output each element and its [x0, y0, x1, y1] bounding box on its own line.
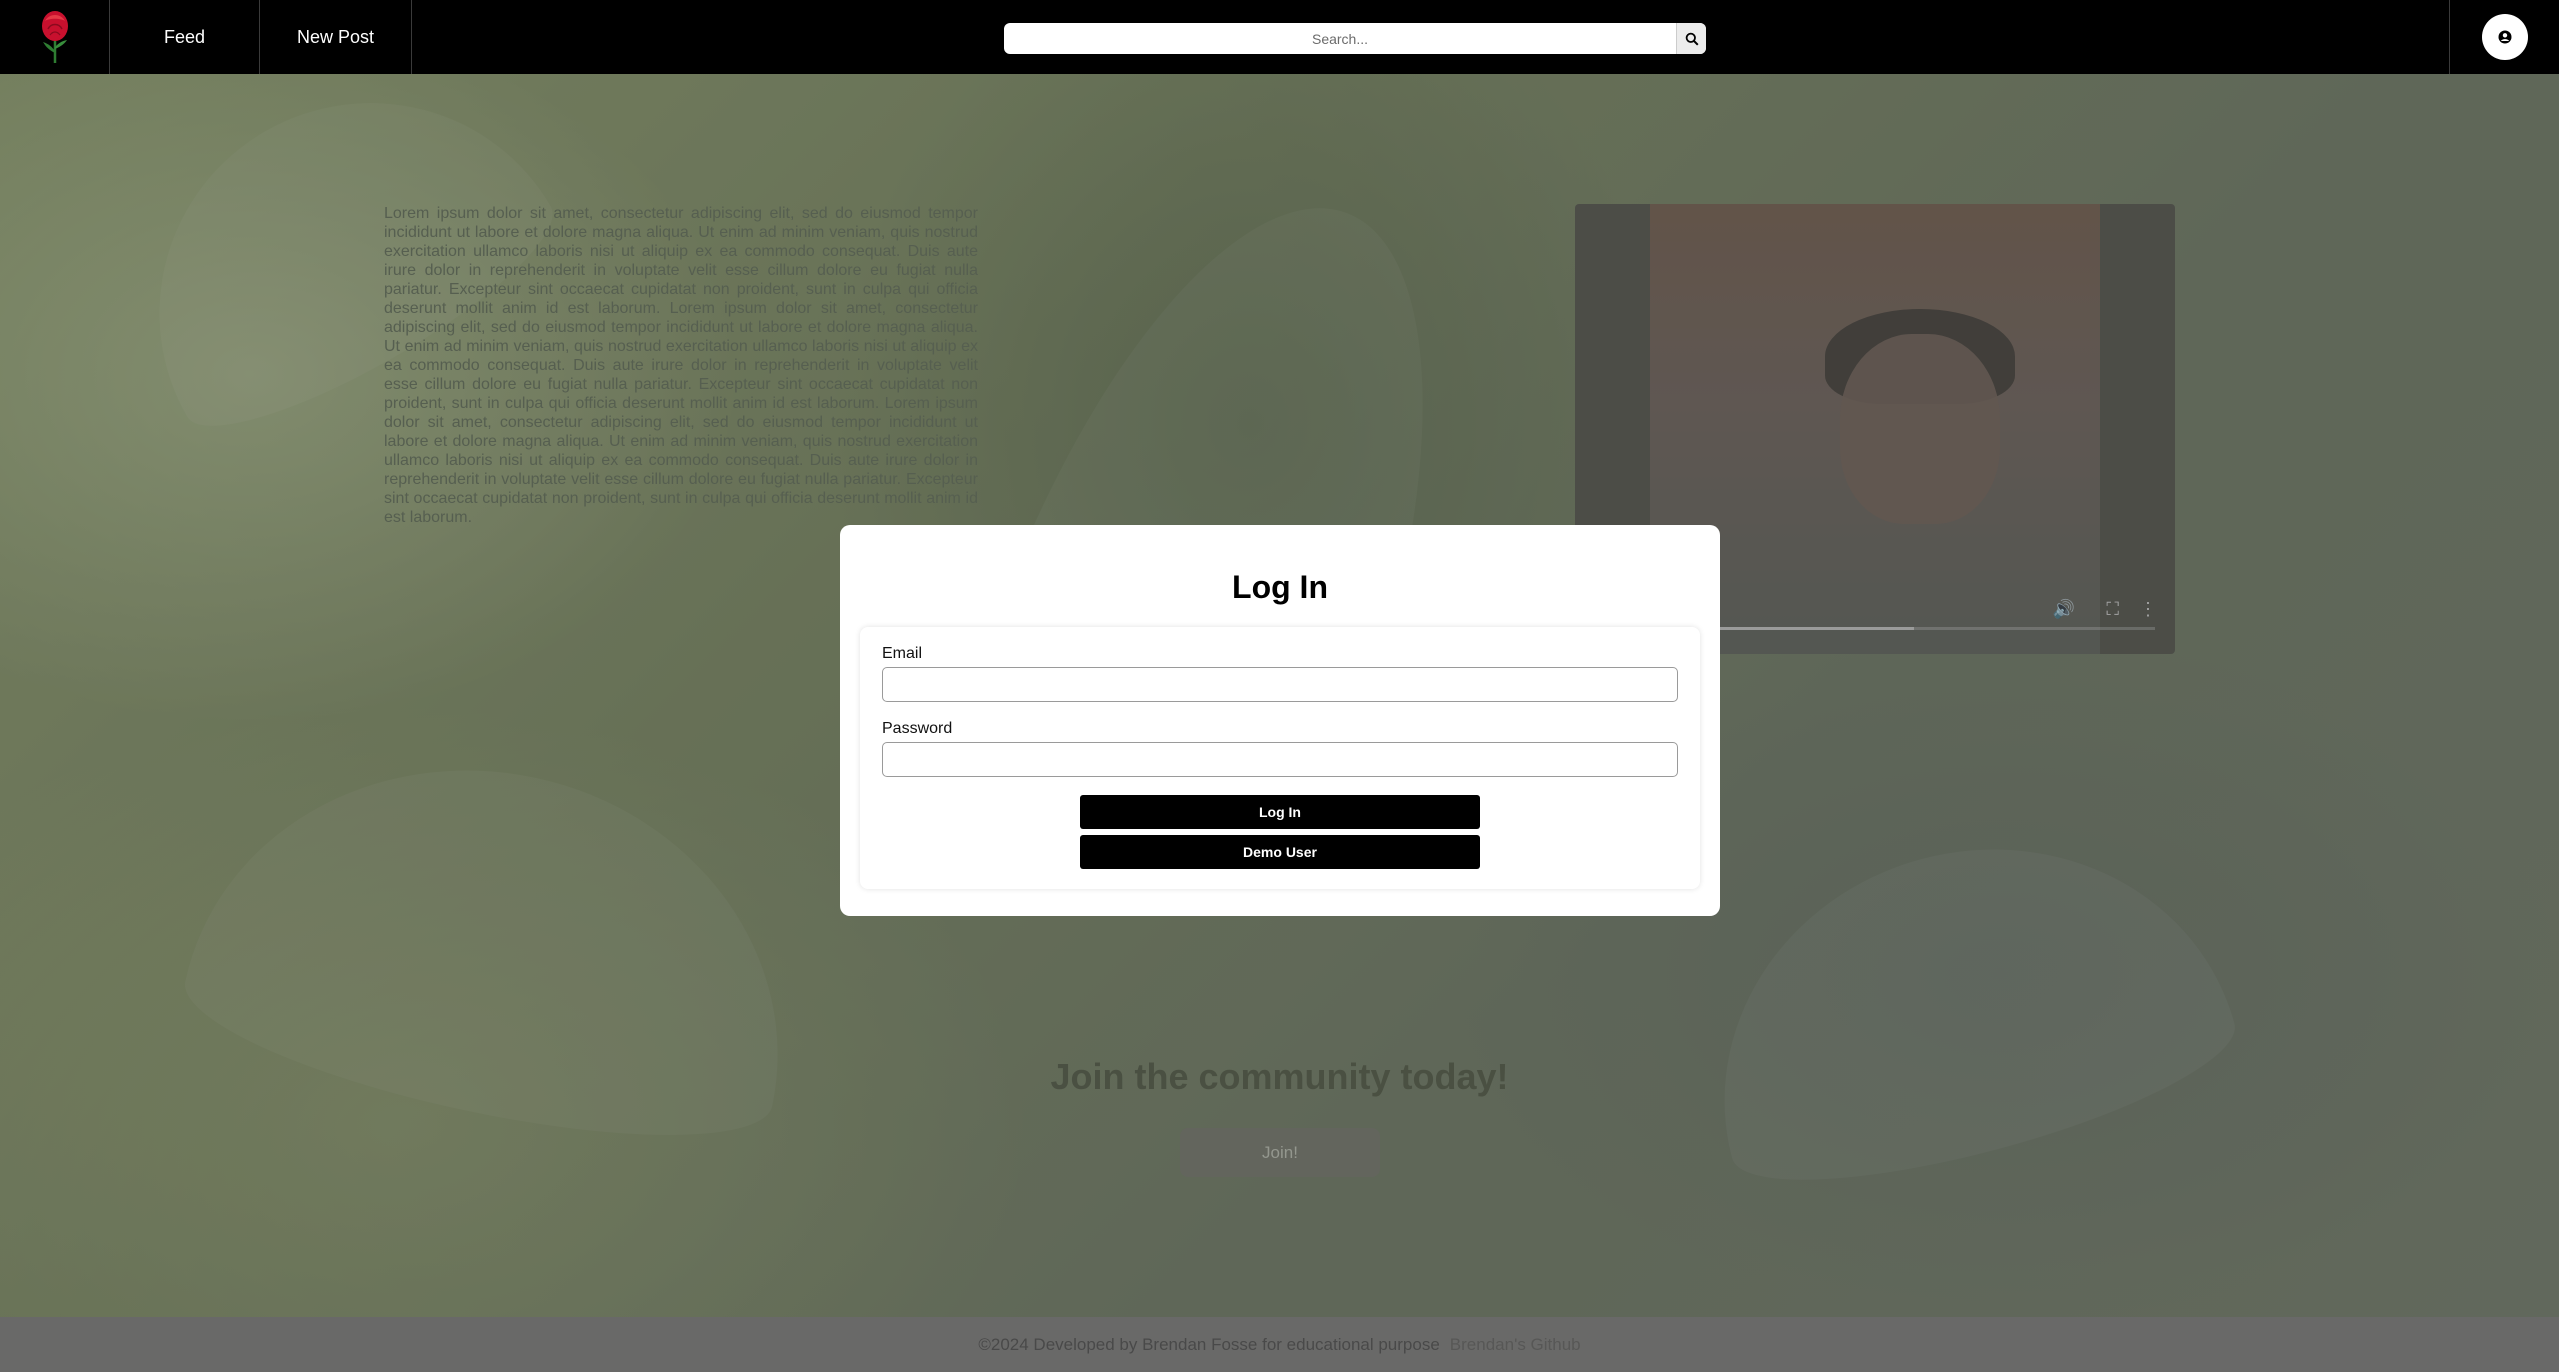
email-input[interactable] — [882, 667, 1678, 702]
email-label: Email — [882, 645, 923, 662]
rose-logo-icon — [41, 11, 68, 63]
nav-new-post-link[interactable]: New Post — [260, 0, 412, 74]
password-label: Password — [882, 720, 953, 737]
search-input[interactable] — [1004, 23, 1676, 54]
login-submit-button[interactable]: Log In — [1080, 795, 1480, 829]
nav-feed-link[interactable]: Feed — [110, 0, 260, 74]
password-input[interactable] — [882, 742, 1678, 777]
form-actions: Log In Demo User — [882, 795, 1678, 869]
profile-button[interactable] — [2481, 14, 2528, 60]
home-logo-link[interactable] — [0, 0, 110, 74]
password-field-group: Password — [882, 720, 1678, 777]
search-icon — [1685, 32, 1699, 46]
login-form: Email Password Log In Demo User — [860, 627, 1700, 889]
profile-menu-area — [2449, 0, 2559, 74]
top-navbar: Feed New Post — [0, 0, 2559, 74]
login-modal: Log In Email Password Log In Demo User — [840, 525, 1720, 916]
modal-title: Log In — [1232, 569, 1328, 605]
search-button[interactable] — [1676, 23, 1706, 54]
search-bar — [1004, 23, 1706, 54]
user-circle-icon — [2498, 30, 2511, 44]
email-field-group: Email — [882, 645, 1678, 702]
demo-user-button[interactable]: Demo User — [1080, 835, 1480, 869]
